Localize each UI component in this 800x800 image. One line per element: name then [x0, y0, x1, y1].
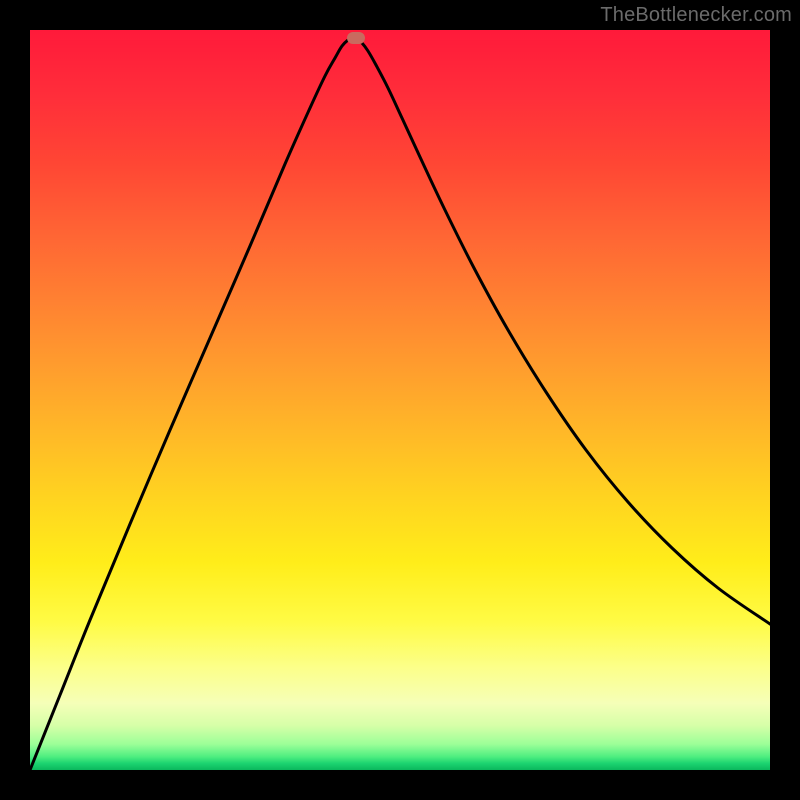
plot-area: [30, 30, 770, 770]
watermark-text: TheBottlenecker.com: [600, 4, 792, 27]
chart-frame: TheBottlenecker.com: [0, 0, 800, 800]
curve-svg: [30, 30, 770, 770]
bottleneck-curve: [30, 38, 770, 770]
optimum-marker: [347, 32, 365, 44]
